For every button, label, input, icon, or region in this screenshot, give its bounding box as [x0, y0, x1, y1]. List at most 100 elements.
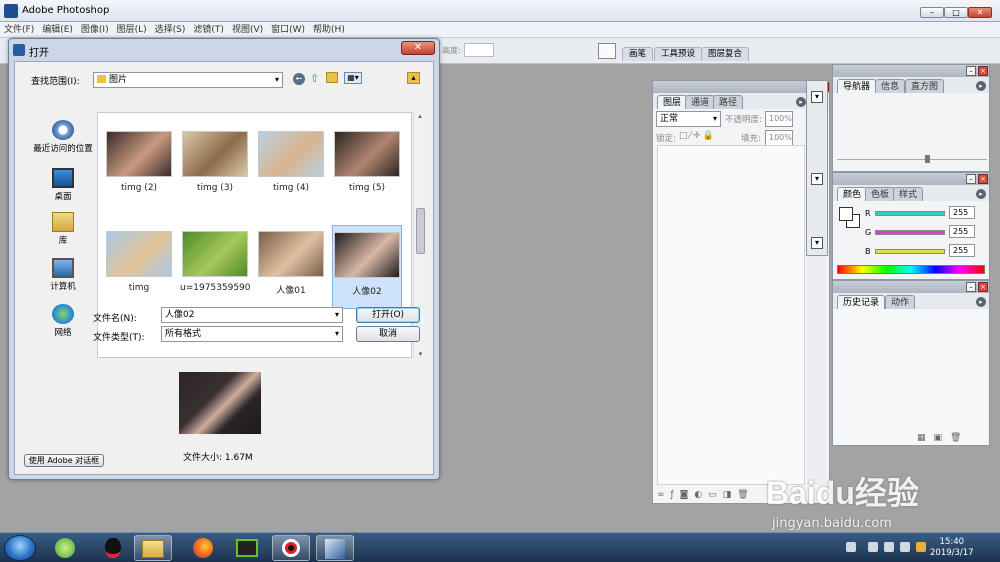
place-libraries[interactable]: 库	[23, 212, 103, 246]
file-thumbnail[interactable]: u=1975359590...	[180, 225, 250, 309]
use-adobe-dialog-button[interactable]: 使用 Adobe 对话框	[24, 454, 104, 467]
tab-actions[interactable]: 动作	[885, 295, 916, 309]
tab-tool-presets[interactable]: 工具预设	[654, 47, 703, 61]
cancel-button[interactable]: 取消	[356, 326, 420, 342]
menu-help[interactable]: 帮助(H)	[309, 22, 349, 38]
tab-swatches[interactable]: 色板	[865, 187, 896, 201]
open-button[interactable]: 打开(O)	[356, 307, 420, 323]
filetype-select[interactable]: 所有格式 ▾	[161, 326, 343, 342]
scroll-down-icon[interactable]: ▾	[414, 350, 427, 358]
tray-volume-icon[interactable]	[900, 542, 910, 552]
menu-select[interactable]: 选择(S)	[151, 22, 190, 38]
panel-menu-icon[interactable]: ▸	[796, 97, 806, 107]
chevron-down-icon[interactable]: ▾	[811, 173, 823, 185]
tab-brushes[interactable]: 画笔	[622, 47, 654, 61]
desktop-folder-icon[interactable]: ▴	[407, 72, 420, 84]
fill-field[interactable]: 100%	[765, 130, 793, 146]
file-thumbnail[interactable]: timg	[104, 225, 174, 309]
blend-mode-select[interactable]: 正常 ▾	[656, 111, 721, 127]
panel-close-button[interactable]: ×	[978, 282, 988, 292]
tab-color[interactable]: 颜色	[837, 187, 868, 201]
menu-window[interactable]: 窗口(W)	[267, 22, 309, 38]
menu-image[interactable]: 图像(I)	[77, 22, 113, 38]
file-thumbnail[interactable]: timg (2)	[104, 125, 174, 209]
channel-slider[interactable]	[875, 249, 945, 254]
panel-menu-icon[interactable]: ▸	[976, 189, 986, 199]
color-spectrum-bar[interactable]	[837, 265, 985, 274]
new-folder-icon[interactable]	[326, 72, 338, 83]
chevron-down-icon[interactable]: ▾	[811, 91, 823, 103]
tab-layer-comps[interactable]: 图层复合	[701, 47, 750, 61]
panel-minimize-button[interactable]: –	[966, 66, 976, 76]
file-thumbnail[interactable]: 人像02	[332, 225, 402, 309]
channel-slider[interactable]	[875, 211, 945, 216]
back-icon[interactable]: ←	[293, 73, 305, 85]
look-in-select[interactable]: 图片 ▾	[93, 72, 283, 88]
history-list[interactable]	[833, 309, 989, 445]
palette-well-icon[interactable]	[598, 43, 616, 59]
place-desktop[interactable]: 桌面	[23, 168, 103, 202]
filename-field[interactable]: 人像02 ▾	[161, 307, 343, 323]
layers-list[interactable]	[657, 145, 805, 485]
menu-edit[interactable]: 编辑(E)	[38, 22, 77, 38]
file-explorer-icon[interactable]	[134, 535, 172, 561]
file-thumbnail[interactable]: timg (5)	[332, 125, 402, 209]
zoom-slider-handle[interactable]	[925, 155, 930, 163]
minimize-button[interactable]: –	[920, 7, 944, 18]
chevron-down-icon[interactable]: ▾	[811, 237, 823, 249]
panel-menu-icon[interactable]: ▸	[976, 81, 986, 91]
view-menu-icon[interactable]: ▦▾	[344, 72, 362, 84]
taskbar-app-icon[interactable]	[46, 535, 84, 561]
media-player-icon[interactable]	[228, 535, 266, 561]
zoom-slider[interactable]	[837, 155, 987, 167]
menu-view[interactable]: 视图(V)	[228, 22, 267, 38]
maximize-button[interactable]: □	[944, 7, 968, 18]
tray-flag-icon[interactable]	[868, 542, 878, 552]
panel-menu-icon[interactable]: ▸	[976, 297, 986, 307]
file-thumbnail[interactable]: 人像01	[256, 225, 326, 309]
tab-history[interactable]: 历史记录	[837, 295, 886, 309]
panel-close-button[interactable]: ×	[978, 66, 988, 76]
file-thumbnail[interactable]: timg (4)	[256, 125, 326, 209]
firefox-icon[interactable]	[184, 535, 222, 561]
channel-slider[interactable]	[875, 230, 945, 235]
opacity-field[interactable]: 100%	[765, 111, 793, 127]
photoshop-icon[interactable]	[316, 535, 354, 561]
place-recent[interactable]: 最近访问的位置	[23, 120, 103, 154]
channel-value-field[interactable]: 255	[949, 244, 975, 257]
tab-navigator[interactable]: 导航器	[837, 79, 877, 93]
foreground-color-swatch[interactable]	[839, 207, 853, 221]
tray-network-icon[interactable]	[884, 542, 894, 552]
channel-value-field[interactable]: 255	[949, 225, 975, 238]
panel-close-button[interactable]: ×	[978, 174, 988, 184]
place-network[interactable]: 网络	[23, 304, 103, 338]
qq-icon[interactable]	[94, 535, 132, 561]
panel-minimize-button[interactable]: –	[966, 282, 976, 292]
file-thumbnail[interactable]: timg (3)	[180, 125, 250, 209]
record-icon[interactable]	[272, 535, 310, 561]
scrollbar-thumb[interactable]	[416, 208, 425, 254]
height-field[interactable]	[464, 43, 494, 57]
menu-filter[interactable]: 滤镜(T)	[189, 22, 228, 38]
tray-security-icon[interactable]	[916, 542, 926, 552]
channel-value-field[interactable]: 255	[949, 206, 975, 219]
tab-layers[interactable]: 图层	[657, 95, 688, 109]
history-footer-icons[interactable]: ▦▣🗑	[917, 433, 969, 443]
tab-info[interactable]: 信息	[875, 79, 906, 93]
tab-styles[interactable]: 样式	[893, 187, 924, 201]
place-computer[interactable]: 计算机	[23, 258, 103, 292]
panel-minimize-button[interactable]: –	[966, 174, 976, 184]
tab-channels[interactable]: 通道	[685, 95, 716, 109]
menu-file[interactable]: 文件(F)	[0, 22, 38, 38]
scroll-up-icon[interactable]: ▴	[414, 112, 426, 120]
tray-keyboard-icon[interactable]	[846, 542, 856, 552]
tab-histogram[interactable]: 直方图	[905, 79, 945, 93]
dialog-close-button[interactable]: ✕	[401, 41, 435, 55]
menu-layer[interactable]: 图层(L)	[113, 22, 151, 38]
close-button[interactable]: ✕	[968, 7, 992, 18]
lock-icons[interactable]: □⁄✛🔒	[679, 131, 723, 141]
up-folder-icon[interactable]: ⇧	[310, 72, 319, 85]
start-button[interactable]	[4, 535, 36, 561]
clock[interactable]: 15:40 2019/3/17	[930, 537, 974, 559]
tab-paths[interactable]: 路径	[713, 95, 744, 109]
